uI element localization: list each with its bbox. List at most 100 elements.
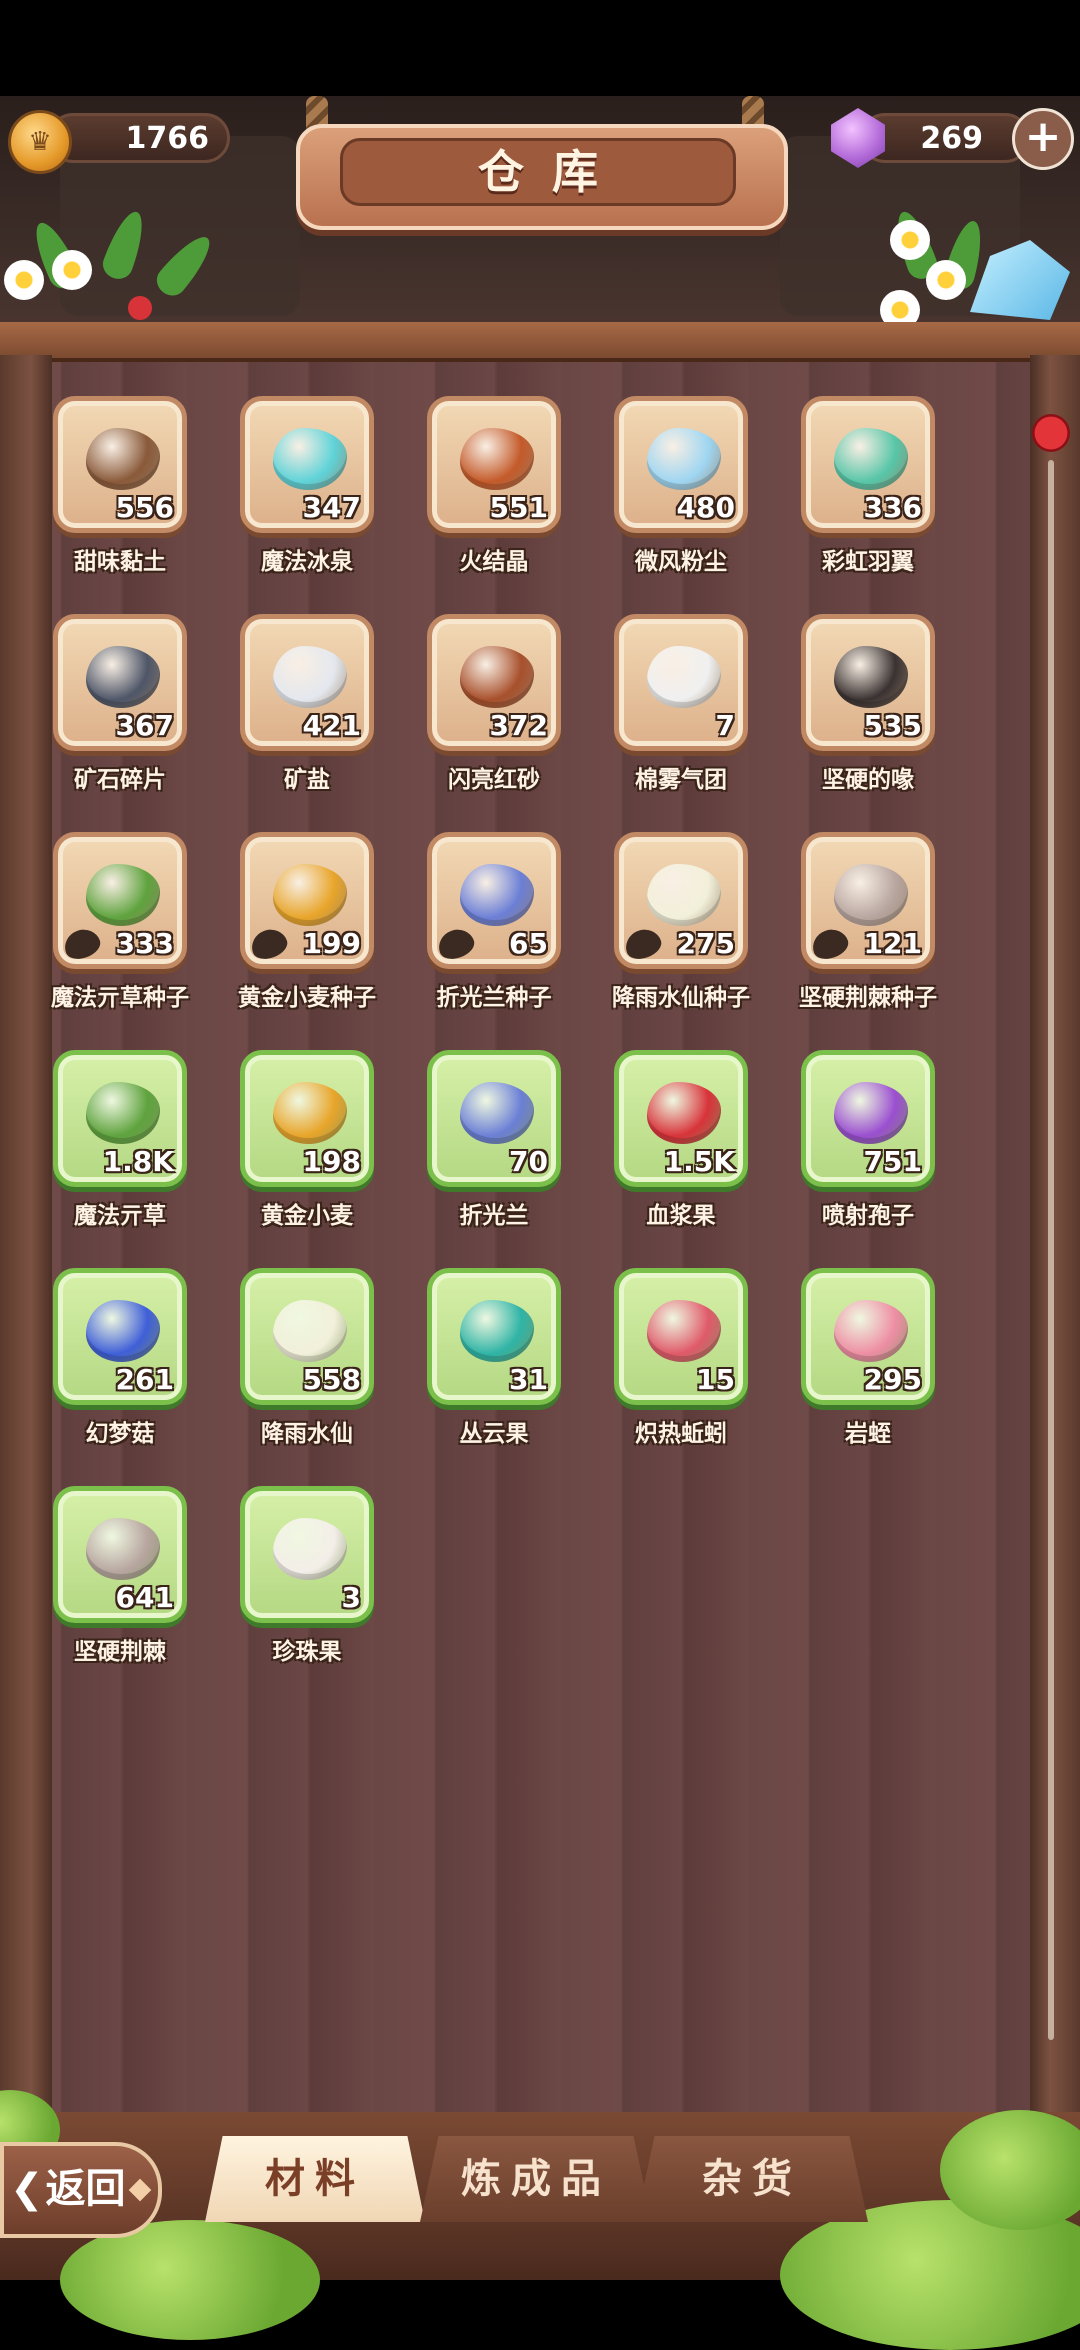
inventory-item[interactable]: 551 火结晶 <box>380 396 568 606</box>
rain-narcissus-seed-icon <box>639 855 729 935</box>
inventory-item[interactable]: 15 炽热蚯蚓 <box>567 1268 755 1478</box>
tab-misc[interactable]: 杂货 <box>636 2136 868 2222</box>
status-bar <box>0 0 1080 96</box>
breeze-dust-icon <box>639 419 729 499</box>
inventory-item[interactable]: 1.5K 血浆果 <box>567 1050 755 1260</box>
item-count: 751 <box>863 1145 922 1178</box>
item-tile[interactable]: 421 <box>240 614 374 751</box>
item-tile[interactable]: 295 <box>801 1268 935 1405</box>
item-count: 275 <box>676 927 735 960</box>
item-count: 556 <box>115 491 174 524</box>
gem-counter[interactable]: 269 <box>860 113 1030 163</box>
inventory-item[interactable]: 336 彩虹羽翼 <box>754 396 942 606</box>
item-count: 31 <box>509 1363 548 1396</box>
tab-crafted[interactable]: 炼成品 <box>420 2136 652 2222</box>
inventory-item[interactable]: 556 甜味黏土 <box>6 396 194 606</box>
item-count: 367 <box>115 709 174 742</box>
prism-orchid-icon <box>452 1073 542 1153</box>
item-count: 261 <box>115 1363 174 1396</box>
item-tile[interactable]: 65 <box>427 832 561 969</box>
inventory-item[interactable]: 31 丛云果 <box>380 1268 568 1478</box>
inventory-item[interactable]: 1.8K 魔法亓草 <box>6 1050 194 1260</box>
bush-decoration-left <box>60 2220 320 2340</box>
item-count: 347 <box>302 491 361 524</box>
scrollbar[interactable] <box>1048 460 1054 2040</box>
item-tile[interactable]: 70 <box>427 1050 561 1187</box>
item-tile[interactable]: 480 <box>614 396 748 533</box>
cloud-fruit-icon <box>452 1291 542 1371</box>
tab-materials-label: 材料 <box>265 2156 365 2202</box>
item-tile[interactable]: 556 <box>53 396 187 533</box>
magic-herb-icon <box>78 1073 168 1153</box>
back-button-label: 返回 <box>45 2166 126 2212</box>
inventory-item[interactable]: 65 折光兰种子 <box>380 832 568 1042</box>
item-count: 421 <box>302 709 361 742</box>
inventory-item[interactable]: 751 喷射孢子 <box>754 1050 942 1260</box>
inventory-item[interactable]: 367 矿石碎片 <box>6 614 194 824</box>
item-name: 坚硬的喙 <box>822 767 914 793</box>
spray-spore-icon <box>826 1073 916 1153</box>
item-tile[interactable]: 347 <box>240 396 374 533</box>
inventory-item[interactable]: 480 微风粉尘 <box>567 396 755 606</box>
item-name: 珍珠果 <box>272 1639 342 1665</box>
item-tile[interactable]: 3 <box>240 1486 374 1623</box>
red-sand-icon <box>452 637 542 717</box>
item-tile[interactable]: 1.8K <box>53 1050 187 1187</box>
pearl-fruit-icon <box>265 1509 355 1589</box>
golden-wheat-seed-icon <box>265 855 355 935</box>
item-count: 121 <box>863 927 922 960</box>
item-tile[interactable]: 372 <box>427 614 561 751</box>
item-tile[interactable]: 551 <box>427 396 561 533</box>
inventory-item[interactable]: 333 魔法亓草种子 <box>6 832 194 1042</box>
item-tile[interactable]: 31 <box>427 1268 561 1405</box>
item-tile[interactable]: 535 <box>801 614 935 751</box>
ice-spring-icon <box>265 419 355 499</box>
item-tile[interactable]: 751 <box>801 1050 935 1187</box>
coin-counter[interactable]: 1766 <box>48 113 230 163</box>
inventory-item[interactable]: 535 坚硬的喙 <box>754 614 942 824</box>
ladybug-icon <box>1032 414 1070 452</box>
item-tile[interactable]: 121 <box>801 832 935 969</box>
inventory-item[interactable]: 372 闪亮红砂 <box>380 614 568 824</box>
item-tile[interactable]: 336 <box>801 396 935 533</box>
inventory-item[interactable]: 198 黄金小麦 <box>193 1050 381 1260</box>
item-tile[interactable]: 275 <box>614 832 748 969</box>
inventory-item[interactable]: 275 降雨水仙种子 <box>567 832 755 1042</box>
tab-materials[interactable]: 材料 <box>205 2136 425 2222</box>
item-tile[interactable]: 641 <box>53 1486 187 1623</box>
ore-shard-icon <box>78 637 168 717</box>
item-tile[interactable]: 15 <box>614 1268 748 1405</box>
item-tile[interactable]: 367 <box>53 614 187 751</box>
item-tile[interactable]: 199 <box>240 832 374 969</box>
item-tile[interactable]: 333 <box>53 832 187 969</box>
inventory-item[interactable]: 295 岩蛭 <box>754 1268 942 1478</box>
tab-crafted-label: 炼成品 <box>461 2156 611 2202</box>
inventory-item[interactable]: 641 坚硬荆棘 <box>6 1486 194 1696</box>
blood-berry-icon <box>639 1073 729 1153</box>
item-tile[interactable]: 261 <box>53 1268 187 1405</box>
page-title: 仓库 <box>340 138 736 206</box>
item-count: 480 <box>676 491 735 524</box>
inventory-item[interactable]: 421 矿盐 <box>193 614 381 824</box>
inventory-item[interactable]: 121 坚硬荆棘种子 <box>754 832 942 1042</box>
inventory-item[interactable]: 347 魔法冰泉 <box>193 396 381 606</box>
flower-decoration-left <box>0 206 230 320</box>
inventory-item[interactable]: 558 降雨水仙 <box>193 1268 381 1478</box>
inventory-item[interactable]: 261 幻梦菇 <box>6 1268 194 1478</box>
inventory-item[interactable]: 70 折光兰 <box>380 1050 568 1260</box>
item-name: 坚硬荆棘种子 <box>799 985 937 1011</box>
hard-thorn-icon <box>78 1509 168 1589</box>
item-tile[interactable]: 198 <box>240 1050 374 1187</box>
back-button[interactable]: ❮返回 <box>0 2142 162 2238</box>
dream-mushroom-icon <box>78 1291 168 1371</box>
inventory-item[interactable]: 7 棉雾气团 <box>567 614 755 824</box>
add-gems-button[interactable]: + <box>1012 108 1074 170</box>
item-count: 3 <box>341 1581 361 1614</box>
inventory-item[interactable]: 3 珍珠果 <box>193 1486 381 1696</box>
cotton-mist-icon <box>639 637 729 717</box>
item-tile[interactable]: 558 <box>240 1268 374 1405</box>
inventory-item[interactable]: 199 黄金小麦种子 <box>193 832 381 1042</box>
item-tile[interactable]: 7 <box>614 614 748 751</box>
rain-narcissus-icon <box>265 1291 355 1371</box>
item-tile[interactable]: 1.5K <box>614 1050 748 1187</box>
